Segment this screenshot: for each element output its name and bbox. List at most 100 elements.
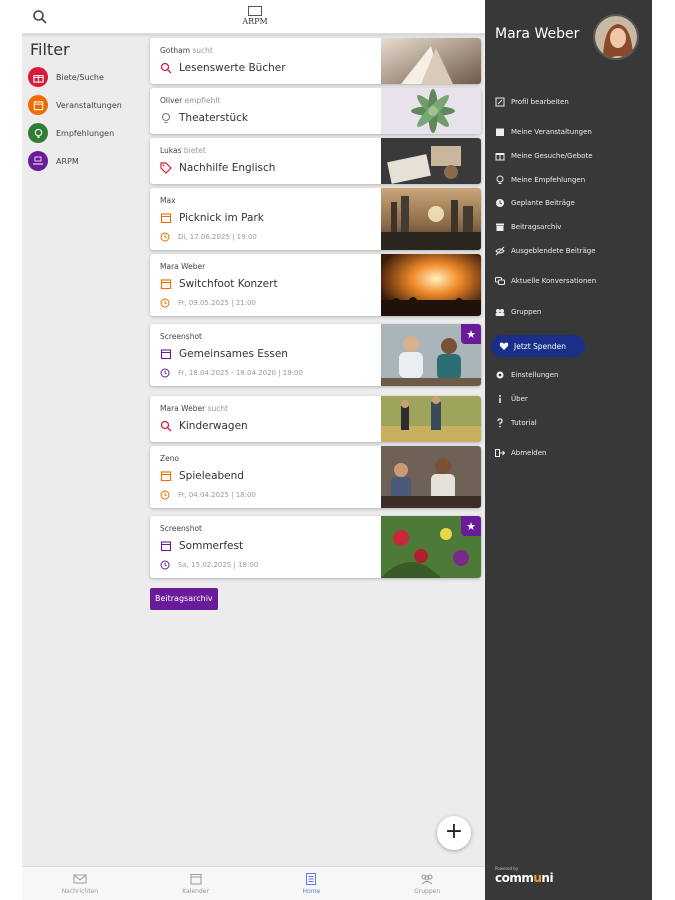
list-icon <box>306 873 317 885</box>
post-card[interactable]: Mara Weber Switchfoot Konzert Fr, 09.05.… <box>150 254 481 316</box>
top-bar: ARPM <box>22 0 485 34</box>
post-card[interactable]: Lukas bietet Nachhilfe Englisch <box>150 138 481 184</box>
archive-icon <box>496 223 504 231</box>
app-window: ARPM Filter Biete/Suche Veranstaltungen … <box>22 0 652 900</box>
search-icon <box>160 420 172 432</box>
post-title-row: Lesenswerte Bücher <box>160 62 286 74</box>
calendar-icon <box>160 471 172 482</box>
mail-icon <box>73 874 87 884</box>
clock-icon <box>160 490 170 500</box>
filter-item-arpm[interactable]: ARPM <box>28 150 79 172</box>
gear-icon <box>496 371 504 379</box>
filter-item-empfehlungen[interactable]: Empfehlungen <box>28 122 114 144</box>
post-thumbnail <box>381 446 481 508</box>
post-author: Screenshot <box>160 332 202 341</box>
post-date-row: Fr, 04.04.2025 | 18:00 <box>160 490 256 500</box>
post-verb: sucht <box>192 46 213 55</box>
menu-item-gruppen[interactable]: Gruppen <box>495 305 541 319</box>
menu-item-profil-bearbeiten[interactable]: Profil bearbeiten <box>495 95 569 109</box>
nav-item-kalender[interactable]: Kalender <box>138 867 254 900</box>
nav-item-home[interactable]: Home <box>254 867 370 900</box>
post-archive-button[interactable]: Beitragsarchiv <box>150 588 218 610</box>
add-post-button[interactable]: + <box>437 816 471 850</box>
brand-name: communi <box>495 871 554 885</box>
menu-item-ausgeblendete-beitraege[interactable]: Ausgeblendete Beiträge <box>495 244 596 258</box>
filter-item-label: Empfehlungen <box>56 128 115 138</box>
post-author: Gotham <box>160 46 190 55</box>
brand-name-part: comm <box>495 871 534 885</box>
post-title: Lesenswerte Bücher <box>179 62 286 74</box>
donate-button[interactable]: Jetzt Spenden <box>491 335 585 357</box>
post-date-row: Fr, 09.05.2025 | 21:00 <box>160 298 256 308</box>
menu-item-meine-empfehlungen[interactable]: Meine Empfehlungen <box>495 173 585 187</box>
post-card[interactable]: Oliver empfiehlt Theaterstück <box>150 88 481 134</box>
lightbulb-icon <box>161 112 171 124</box>
menu-item-label: Ausgeblendete Beiträge <box>511 247 596 255</box>
lightbulb-icon <box>496 175 504 184</box>
menu-item-label: Meine Empfehlungen <box>511 176 586 184</box>
post-title-row: Kinderwagen <box>160 420 248 432</box>
post-title: Picknick im Park <box>179 212 264 224</box>
post-title-row: Theaterstück <box>160 112 248 124</box>
hidden-icon <box>495 246 505 256</box>
post-card[interactable]: Screenshot Sommerfest Sa, 15.02.2025 | 1… <box>150 516 481 578</box>
avatar[interactable] <box>593 14 639 60</box>
menu-item-ueber[interactable]: Über <box>495 392 528 406</box>
menu-item-abmelden[interactable]: Abmelden <box>495 446 547 460</box>
post-thumbnail <box>381 88 481 134</box>
post-author: Mara Weber <box>160 404 206 413</box>
question-icon <box>497 418 503 428</box>
post-card[interactable]: Screenshot Gemeinsames Essen Fr, 18.04.2… <box>150 324 481 386</box>
gift-icon <box>28 67 48 87</box>
post-card[interactable]: Max Picknick im Park Di, 17.06.2025 | 19… <box>150 188 481 250</box>
menu-item-label: Über <box>511 395 528 403</box>
search-icon[interactable] <box>32 9 48 25</box>
group-icon <box>495 309 505 316</box>
menu-item-label: Aktuelle Konversationen <box>511 277 597 285</box>
menu-item-meine-gesuche[interactable]: Meine Gesuche/Gebote <box>495 149 593 163</box>
donate-label: Jetzt Spenden <box>514 341 567 351</box>
menu-item-label: Tutorial <box>511 419 537 427</box>
nav-item-nachrichten[interactable]: Nachrichten <box>22 867 138 900</box>
post-title: Switchfoot Konzert <box>179 278 278 290</box>
post-card[interactable]: Mara Weber sucht Kinderwagen <box>150 396 481 442</box>
nav-label: Home <box>302 888 321 895</box>
star-icon: ★ <box>461 324 481 344</box>
post-title: Kinderwagen <box>179 420 248 432</box>
menu-item-beitragsarchiv[interactable]: Beitragsarchiv <box>495 220 561 234</box>
post-meta: Mara Weber sucht <box>160 404 228 413</box>
nav-item-gruppen[interactable]: Gruppen <box>369 867 485 900</box>
menu-item-einstellungen[interactable]: Einstellungen <box>495 368 558 382</box>
star-icon: ★ <box>461 516 481 536</box>
post-meta: Oliver empfiehlt <box>160 96 220 105</box>
filter-item-veranstaltungen[interactable]: Veranstaltungen <box>28 94 122 116</box>
post-card[interactable]: Zeno Spieleabend Fr, 04.04.2025 | 18:00 <box>150 446 481 508</box>
filter-title: Filter <box>30 40 70 59</box>
post-title-row: Gemeinsames Essen <box>160 348 288 360</box>
app-logo: ARPM <box>240 6 270 30</box>
menu-item-label: Meine Veranstaltungen <box>511 128 592 136</box>
post-date: Di, 17.06.2025 | 19:00 <box>178 233 257 241</box>
menu-item-geplante-beitraege[interactable]: Geplante Beiträge <box>495 196 575 210</box>
post-meta: Gotham sucht <box>160 46 213 55</box>
clock-icon <box>160 368 170 378</box>
post-thumbnail <box>381 396 481 442</box>
info-icon <box>499 395 501 403</box>
post-card[interactable]: Gotham sucht Lesenswerte Bücher <box>150 38 481 84</box>
post-title-row: Spieleabend <box>160 470 244 482</box>
post-title-row: Nachhilfe Englisch <box>160 162 275 174</box>
post-date: Fr, 18.04.2025 - 18.04.2020 | 19:00 <box>178 369 303 377</box>
post-meta: Max <box>160 196 176 205</box>
post-meta: Lukas bietet <box>160 146 206 155</box>
filter-item-label: Veranstaltungen <box>56 100 122 110</box>
filter-item-biete-suche[interactable]: Biete/Suche <box>28 66 104 88</box>
post-title: Spieleabend <box>179 470 244 482</box>
lightbulb-icon <box>28 123 48 143</box>
post-date-row: Di, 17.06.2025 | 19:00 <box>160 232 257 242</box>
menu-item-tutorial[interactable]: Tutorial <box>495 416 537 430</box>
nav-label: Kalender <box>182 888 209 895</box>
menu-item-meine-veranstaltungen[interactable]: Meine Veranstaltungen <box>495 125 592 139</box>
post-verb: sucht <box>207 404 229 413</box>
calendar-icon <box>160 279 172 290</box>
menu-item-aktuelle-konversationen[interactable]: Aktuelle Konversationen <box>495 274 596 288</box>
